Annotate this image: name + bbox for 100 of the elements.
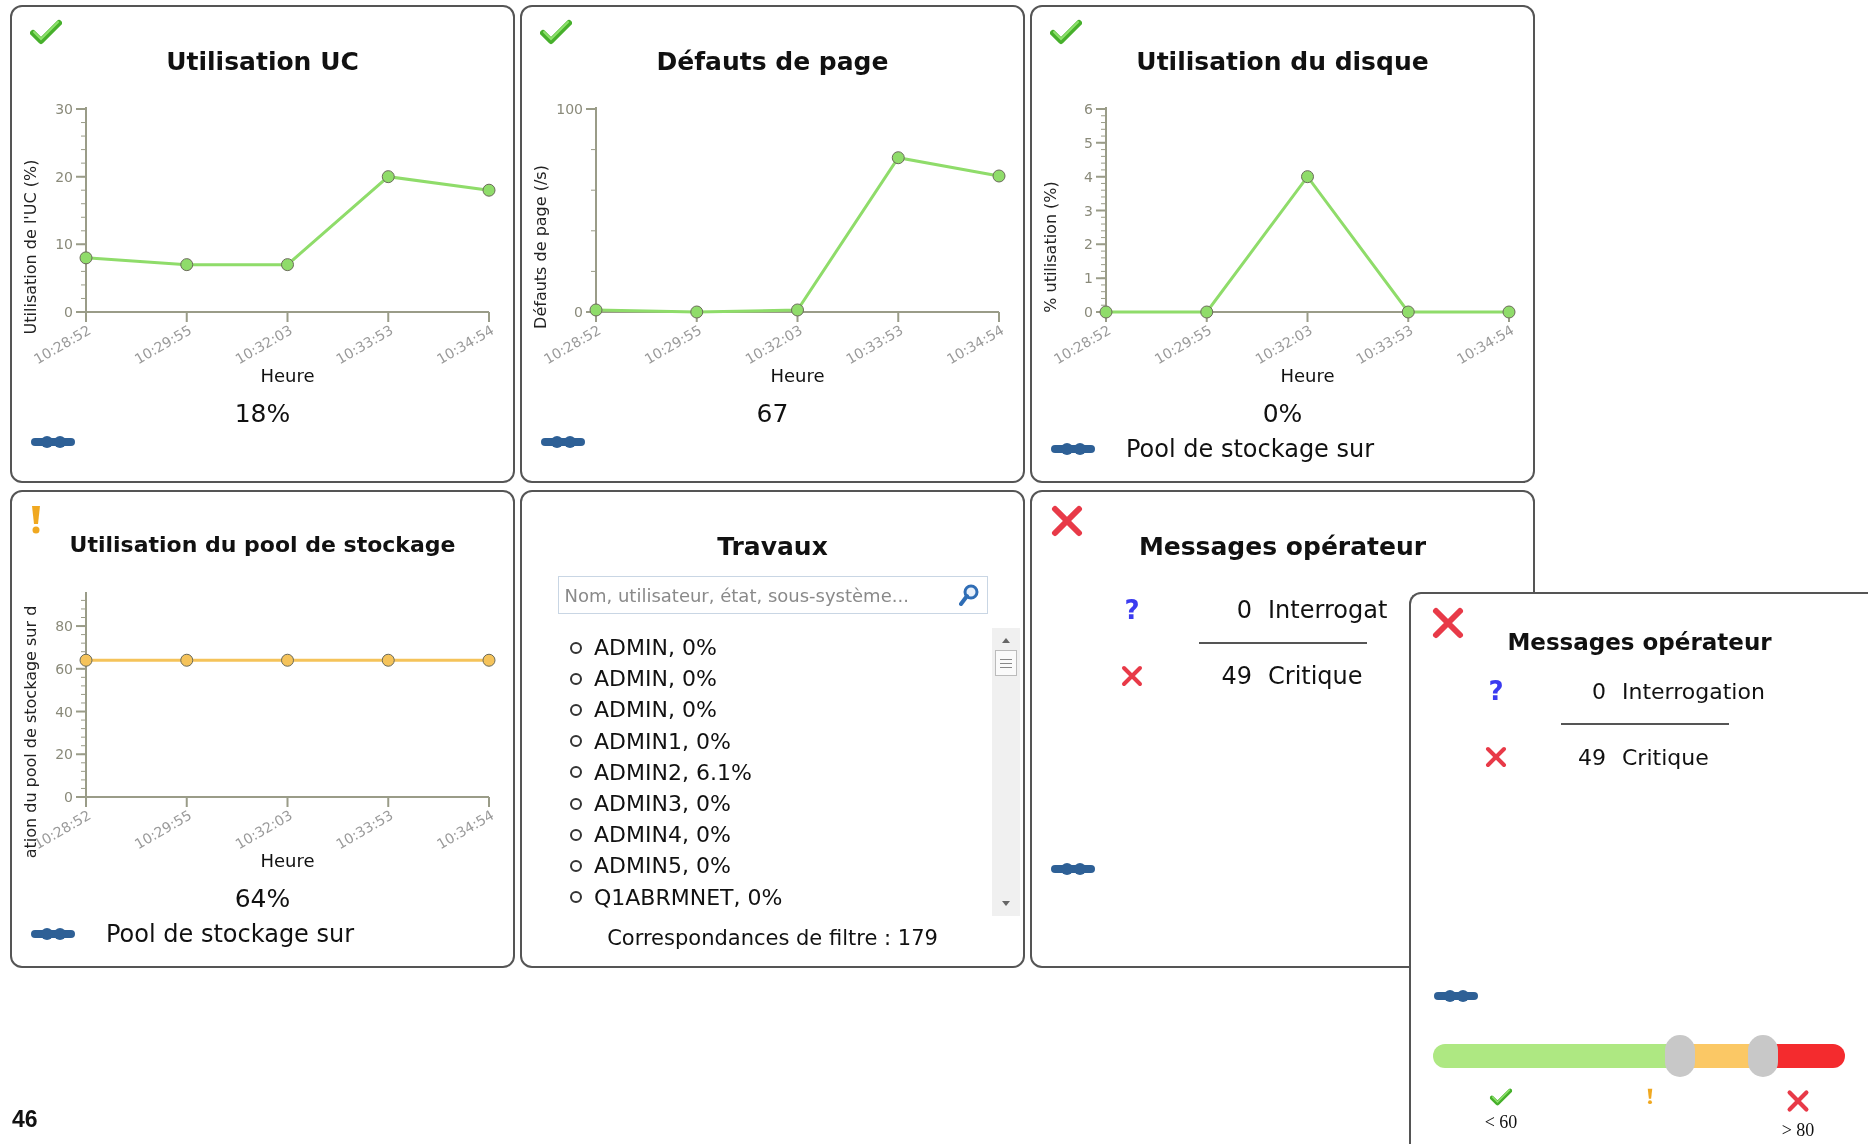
data-point[interactable] bbox=[381, 170, 395, 184]
metric-value: 64% bbox=[234, 883, 291, 915]
message-count: 0 bbox=[1591, 678, 1606, 704]
bullet-icon bbox=[570, 641, 582, 654]
handle-icon[interactable] bbox=[540, 435, 586, 449]
card-title: Utilisation du pool de stockage bbox=[69, 532, 456, 559]
message-type[interactable]: Critique bbox=[1622, 744, 1709, 770]
scrollbar[interactable] bbox=[992, 628, 1020, 916]
data-point[interactable] bbox=[589, 303, 603, 317]
data-point[interactable] bbox=[791, 303, 804, 317]
bullet-icon bbox=[570, 735, 582, 748]
job-item[interactable]: ADMIN5, 0% bbox=[594, 853, 731, 879]
data-point[interactable] bbox=[79, 653, 93, 667]
axis-tick-label: 80 bbox=[55, 618, 73, 635]
axis-tick-label: 0 bbox=[64, 304, 73, 320]
data-point[interactable] bbox=[1200, 305, 1214, 319]
card-subtitle: Pool de stockage sur bbox=[1126, 435, 1375, 463]
check-icon bbox=[1489, 1087, 1513, 1107]
axis-tick-label: 0 bbox=[1084, 304, 1093, 320]
check-icon bbox=[30, 19, 62, 45]
data-point[interactable] bbox=[1099, 305, 1113, 319]
bullet-icon bbox=[570, 766, 582, 779]
job-item[interactable]: ADMIN2, 6.1% bbox=[594, 759, 752, 785]
data-point[interactable] bbox=[1401, 305, 1415, 319]
axis-tick-label: 3 bbox=[1084, 202, 1093, 219]
message-count: 49 bbox=[1220, 662, 1252, 690]
data-point[interactable] bbox=[281, 258, 294, 272]
card-title: Utilisation du disque bbox=[1136, 47, 1429, 78]
slider-thumb[interactable] bbox=[1747, 1035, 1778, 1077]
x-icon bbox=[1050, 504, 1084, 538]
search-icon[interactable] bbox=[958, 584, 979, 606]
exclamation-icon bbox=[30, 504, 42, 534]
axis-title: % utilisation (%) bbox=[1041, 181, 1060, 313]
question-mark: ? bbox=[1488, 676, 1504, 706]
axis-tick-label: 20 bbox=[55, 746, 73, 763]
handle-icon[interactable] bbox=[30, 927, 76, 941]
message-type[interactable]: Interrogation bbox=[1622, 678, 1765, 704]
axis-tick-label: 2 bbox=[1084, 236, 1093, 253]
data-point[interactable] bbox=[482, 183, 496, 197]
card-title: Utilisation UC bbox=[166, 47, 359, 78]
bullet-icon bbox=[570, 797, 582, 810]
axis-title: Heure bbox=[260, 850, 315, 871]
axis-tick-label: 20 bbox=[55, 168, 73, 185]
axis-tick-label: 4 bbox=[1084, 168, 1093, 185]
data-point[interactable] bbox=[1301, 170, 1314, 184]
threshold-slider[interactable] bbox=[1433, 1035, 1845, 1077]
bullet-icon bbox=[570, 672, 582, 685]
handle-icon[interactable] bbox=[30, 435, 76, 449]
data-point[interactable] bbox=[180, 258, 194, 272]
axis-tick-label: 100 bbox=[556, 101, 583, 117]
data-point[interactable] bbox=[482, 653, 496, 667]
data-point[interactable] bbox=[690, 305, 704, 319]
axis-tick-label: 1 bbox=[1084, 270, 1093, 287]
data-point[interactable] bbox=[992, 169, 1006, 183]
card-subtitle: Pool de stockage sur bbox=[106, 920, 355, 948]
message-count: 0 bbox=[1235, 596, 1252, 624]
threshold-label: > 80 bbox=[1781, 1120, 1815, 1141]
message-type[interactable]: Interrogat bbox=[1268, 596, 1388, 624]
search-field[interactable]: Nom, utilisateur, état, sous-système... bbox=[557, 576, 988, 614]
data-point[interactable] bbox=[1502, 305, 1516, 319]
job-item[interactable]: ADMIN, 0% bbox=[594, 635, 717, 661]
x-icon bbox=[1431, 606, 1465, 640]
threshold-label: < 60 bbox=[1484, 1112, 1518, 1133]
page-number: 46 bbox=[12, 1106, 38, 1133]
scrollbar-thumb[interactable] bbox=[995, 650, 1017, 676]
axis-title: Défauts de page (/s) bbox=[531, 165, 550, 329]
bullet-icon bbox=[570, 703, 582, 716]
axis-tick-label: 40 bbox=[55, 703, 73, 720]
data-point[interactable] bbox=[79, 251, 93, 265]
job-item[interactable]: ADMIN3, 0% bbox=[594, 791, 731, 817]
axis-title: Heure bbox=[1280, 365, 1335, 386]
card-title: Travaux bbox=[717, 532, 828, 563]
scroll-down-icon[interactable] bbox=[1000, 900, 1012, 908]
job-item[interactable]: ADMIN, 0% bbox=[594, 666, 717, 692]
x-icon bbox=[1485, 746, 1507, 768]
handle-icon[interactable] bbox=[1050, 442, 1096, 456]
bullet-icon bbox=[570, 859, 582, 872]
slider-thumb[interactable] bbox=[1665, 1035, 1696, 1077]
job-item[interactable]: Q1ABRMNET, 0% bbox=[594, 884, 783, 910]
job-item[interactable]: ADMIN, 0% bbox=[594, 697, 717, 723]
x-icon bbox=[1786, 1089, 1810, 1113]
data-point[interactable] bbox=[281, 653, 294, 667]
axis-tick-label: 60 bbox=[55, 660, 73, 677]
handle-icon[interactable] bbox=[1050, 862, 1096, 876]
job-item[interactable]: ADMIN1, 0% bbox=[594, 728, 731, 754]
card-title: Messages opérateur bbox=[1138, 532, 1427, 563]
data-point[interactable] bbox=[381, 653, 395, 667]
exclamation-icon bbox=[1645, 1087, 1654, 1105]
axis-tick-label: 5 bbox=[1084, 134, 1093, 151]
handle-icon[interactable] bbox=[1433, 989, 1479, 1003]
question-mark: ? bbox=[1124, 595, 1140, 625]
message-type[interactable]: Critique bbox=[1268, 662, 1363, 690]
data-point[interactable] bbox=[891, 151, 905, 165]
filter-count: Correspondances de filtre : 179 bbox=[607, 926, 938, 950]
data-point[interactable] bbox=[180, 653, 194, 667]
job-item[interactable]: ADMIN4, 0% bbox=[594, 822, 731, 848]
metric-value: 0% bbox=[1262, 398, 1303, 430]
axis-tick-label: 30 bbox=[55, 101, 73, 117]
axis-tick-label: 6 bbox=[1084, 101, 1093, 117]
scroll-up-icon[interactable] bbox=[1000, 636, 1012, 644]
